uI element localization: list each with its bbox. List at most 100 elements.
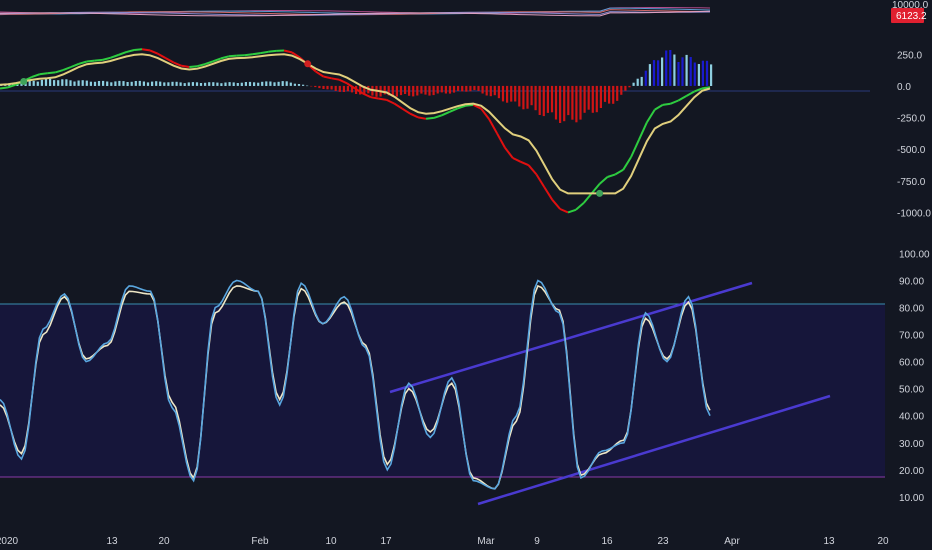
macd-hist-bar xyxy=(297,84,301,86)
macd-hist-bar xyxy=(314,85,317,88)
time-axis-label: 13 xyxy=(106,536,118,547)
time-axis-label: 10 xyxy=(325,536,337,547)
macd-hist-bar xyxy=(669,50,672,86)
macd-hist-bar xyxy=(57,80,60,86)
macd-hist-bar xyxy=(281,81,284,86)
time-axis-label: 2020 xyxy=(0,536,19,547)
macd-line-segment xyxy=(268,49,277,53)
time-axis-label: Apr xyxy=(724,536,740,547)
macd-ytick-label: -500.0 xyxy=(897,145,926,156)
macd-hist-bar xyxy=(97,81,101,86)
macd-hist-bar xyxy=(705,60,709,86)
macd-hist-bar xyxy=(232,82,235,86)
stoch-ytick-label: 20.00 xyxy=(899,466,924,477)
macd-hist-bar xyxy=(530,85,533,106)
macd-hist-bar xyxy=(81,80,84,86)
macd-hist-bar xyxy=(118,80,121,86)
macd-hist-bar xyxy=(522,85,525,110)
macd-hist-bar xyxy=(191,82,194,86)
macd-line-segment xyxy=(86,59,95,63)
macd-hist-bar xyxy=(102,80,105,86)
stoch-ytick-label: 80.00 xyxy=(899,304,924,315)
macd-hist-bar xyxy=(652,60,656,86)
macd-line-segment xyxy=(662,102,671,106)
macd-hist-bar xyxy=(163,82,166,86)
macd-hist-bar xyxy=(546,85,549,113)
macd-hist-bar xyxy=(677,62,680,86)
macd-hist-bar xyxy=(644,70,647,86)
macd-ytick-label: 250.0 xyxy=(897,50,922,61)
macd-hist-bar xyxy=(85,80,88,86)
macd-hist-bar xyxy=(473,85,476,91)
macd-hist-bar xyxy=(32,80,35,86)
macd-hist-bar xyxy=(501,85,505,102)
macd-hist-bar xyxy=(65,79,68,86)
macd-hist-bar xyxy=(457,85,460,91)
macd-ytick-label: -1000.0 xyxy=(897,208,931,219)
macd-line-segment xyxy=(260,50,269,55)
macd-hist-bar xyxy=(265,81,268,86)
macd-hist-bar xyxy=(224,82,227,86)
macd-hist-bar xyxy=(338,85,341,92)
macd-hist-bar xyxy=(657,60,660,86)
macd-hist-bar xyxy=(404,85,407,94)
time-axis-label: Feb xyxy=(251,536,269,547)
macd-hist-bar xyxy=(526,85,529,109)
macd-hist-bar xyxy=(199,83,203,86)
macd-cross-marker xyxy=(596,189,604,197)
macd-hist-bar xyxy=(412,85,415,97)
macd-hist-bar xyxy=(342,85,345,92)
macd-hist-bar xyxy=(506,85,509,103)
macd-hist-bar xyxy=(444,85,447,94)
macd-hist-bar xyxy=(253,82,256,86)
macd-line-segment xyxy=(39,72,48,76)
macd-hist-bar xyxy=(399,85,403,96)
macd-hist-bar xyxy=(248,81,252,86)
macd-hist-bar xyxy=(171,81,174,86)
macd-hist-bar xyxy=(142,81,145,86)
macd-hist-bar xyxy=(130,81,133,86)
macd-hist-bar xyxy=(665,50,668,86)
macd-hist-bar xyxy=(710,64,713,86)
macd-hist-bar xyxy=(424,85,427,95)
macd-hist-bar xyxy=(661,57,664,86)
macd-hist-bar xyxy=(167,82,170,86)
macd-hist-bar xyxy=(420,85,423,94)
macd-hist-bar xyxy=(624,85,627,91)
macd-hist-bar xyxy=(620,85,623,95)
macd-hist-bar xyxy=(542,85,545,117)
macd-ytick-label: -250.0 xyxy=(897,114,926,125)
macd-hist-bar xyxy=(697,64,700,86)
macd-hist-bar xyxy=(334,85,337,91)
macd-hist-bar xyxy=(673,54,676,86)
macd-hist-bar xyxy=(269,81,272,86)
macd-hist-bar xyxy=(306,85,309,87)
macd-hist-bar xyxy=(293,83,296,86)
macd-hist-bar xyxy=(273,82,276,86)
time-axis-label: 16 xyxy=(601,536,613,547)
macd-hist-bar xyxy=(603,85,607,102)
macd-hist-bar xyxy=(44,78,48,86)
macd-hist-bar xyxy=(204,82,207,86)
macd-hist-bar xyxy=(489,85,492,97)
macd-hist-bar xyxy=(110,82,113,86)
macd-hist-bar xyxy=(277,81,280,86)
macd-hist-bar xyxy=(701,60,704,86)
chart-canvas[interactable]: 10000.0 6123.2 250.00.0-250.0-500.0-750.… xyxy=(0,0,932,550)
macd-line-segment xyxy=(0,86,9,90)
stoch-ytick-label: 70.00 xyxy=(899,331,924,342)
macd-cross-marker xyxy=(20,78,28,85)
macd-hist-bar xyxy=(599,85,602,108)
macd-hist-bar xyxy=(138,80,141,86)
macd-hist-bar xyxy=(428,85,431,96)
macd-hist-bar xyxy=(612,85,615,104)
stoch-panel[interactable] xyxy=(0,279,885,506)
macd-hist-bar xyxy=(481,85,484,94)
macd-hist-bar xyxy=(134,81,137,86)
macd-hist-bar xyxy=(579,85,582,120)
macd-line-segment xyxy=(417,116,427,120)
macd-hist-bar xyxy=(310,85,313,87)
time-axis-label: 20 xyxy=(158,536,170,547)
macd-hist-bar xyxy=(395,85,398,97)
macd-hist-bar xyxy=(257,82,260,86)
